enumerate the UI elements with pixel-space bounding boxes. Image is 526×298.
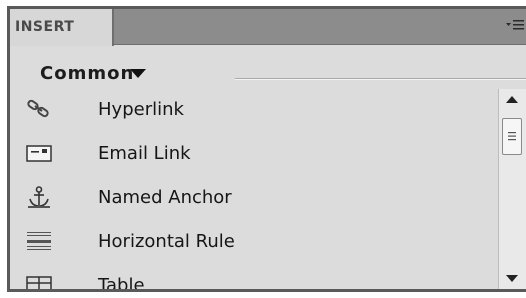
insert-panel: INSERT Common Hyperlink Email Link Named… bbox=[7, 6, 526, 290]
insert-items-list: Hyperlink Email Link Named Anchor Horizo… bbox=[10, 89, 500, 290]
horizontal-rule-icon bbox=[27, 232, 51, 250]
divider bbox=[235, 78, 526, 80]
tab-insert[interactable]: INSERT bbox=[10, 9, 114, 46]
list-item-table[interactable]: Table bbox=[10, 265, 500, 290]
category-dropdown[interactable]: Common bbox=[40, 63, 134, 84]
list-item-hyperlink[interactable]: Hyperlink bbox=[10, 89, 500, 133]
scroll-up-arrow-icon[interactable] bbox=[505, 95, 519, 105]
scrollbar-thumb[interactable] bbox=[502, 118, 522, 155]
item-label: Email Link bbox=[98, 143, 191, 164]
list-item-named-anchor[interactable]: Named Anchor bbox=[10, 177, 500, 221]
panel-options-icon[interactable] bbox=[506, 18, 524, 32]
table-icon bbox=[26, 276, 52, 290]
scroll-down-arrow-icon[interactable] bbox=[505, 273, 519, 283]
item-label: Named Anchor bbox=[98, 187, 232, 208]
grip-icon bbox=[508, 132, 516, 141]
named-anchor-icon bbox=[28, 186, 50, 208]
list-item-email-link[interactable]: Email Link bbox=[10, 133, 500, 177]
list-item-horizontal-rule[interactable]: Horizontal Rule bbox=[10, 221, 500, 265]
vertical-scrollbar[interactable] bbox=[498, 89, 526, 290]
item-label: Hyperlink bbox=[98, 99, 184, 120]
hyperlink-icon bbox=[27, 99, 49, 118]
panel-tab-bar: INSERT bbox=[10, 9, 526, 46]
email-link-icon bbox=[26, 145, 52, 162]
item-label: Table bbox=[98, 275, 145, 290]
category-row: Common bbox=[10, 45, 526, 89]
panel-bottom-border bbox=[7, 289, 526, 292]
chevron-down-icon[interactable] bbox=[130, 69, 146, 79]
item-label: Horizontal Rule bbox=[98, 231, 235, 252]
